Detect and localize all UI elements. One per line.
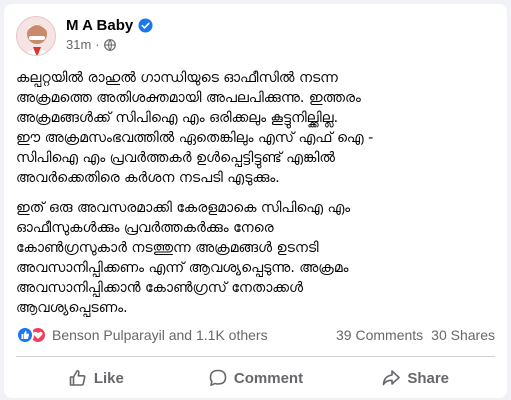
- engagement-counts: 39 Comments 30 Shares: [336, 327, 495, 343]
- post-card: M A Baby 31m · കല്പറ്റയിൽ രാഹുൽ ഗാന്ധിയു…: [4, 4, 507, 398]
- comment-bubble-icon: [209, 369, 227, 386]
- avatar[interactable]: [16, 16, 56, 56]
- separator-dot: ·: [95, 37, 100, 52]
- share-arrow-icon: [383, 370, 401, 386]
- comments-count[interactable]: 39 Comments: [336, 327, 423, 343]
- comment-button[interactable]: Comment: [176, 362, 336, 394]
- author-row: M A Baby: [66, 17, 153, 34]
- post-time[interactable]: 31m: [66, 37, 91, 52]
- timestamp-row: 31m ·: [66, 37, 153, 52]
- comment-label: Comment: [233, 369, 304, 387]
- shares-count[interactable]: 30 Shares: [431, 327, 495, 343]
- author-name[interactable]: M A Baby: [66, 17, 133, 34]
- reactions-summary[interactable]: Benson Pulparayil and 1.1K others: [16, 326, 268, 344]
- share-button[interactable]: Share: [335, 362, 495, 394]
- post-actions: Like Comment Share: [16, 360, 495, 396]
- post-body: കല്പറ്റയിൽ രാഹുൽ ഗാന്ധിയുടെ ഓഫീസിൽ നടന്ന…: [16, 68, 498, 328]
- share-label: Share: [407, 369, 450, 387]
- post-meta: M A Baby 31m ·: [66, 17, 153, 52]
- post-stats: Benson Pulparayil and 1.1K others 39 Com…: [16, 322, 495, 348]
- reactions-label[interactable]: Benson Pulparayil and 1.1K others: [52, 327, 268, 343]
- action-divider: [16, 356, 495, 357]
- like-label: Like: [93, 369, 124, 387]
- like-button[interactable]: Like: [16, 362, 176, 394]
- verified-badge-icon: [138, 18, 153, 33]
- globe-icon: [103, 38, 116, 51]
- like-reaction-icon: [16, 326, 34, 344]
- post-paragraph-2: ഇത് ഒരു അവസരമാക്കി കേരളമാകെ സിപിഐ എം ഓഫീ…: [16, 200, 351, 316]
- thumbs-up-icon: [69, 370, 86, 386]
- post-paragraph-1: കല്പറ്റയിൽ രാഹുൽ ഗാന്ധിയുടെ ഓഫീസിൽ നടന്ന…: [16, 70, 374, 186]
- post-header: M A Baby 31m ·: [16, 16, 153, 56]
